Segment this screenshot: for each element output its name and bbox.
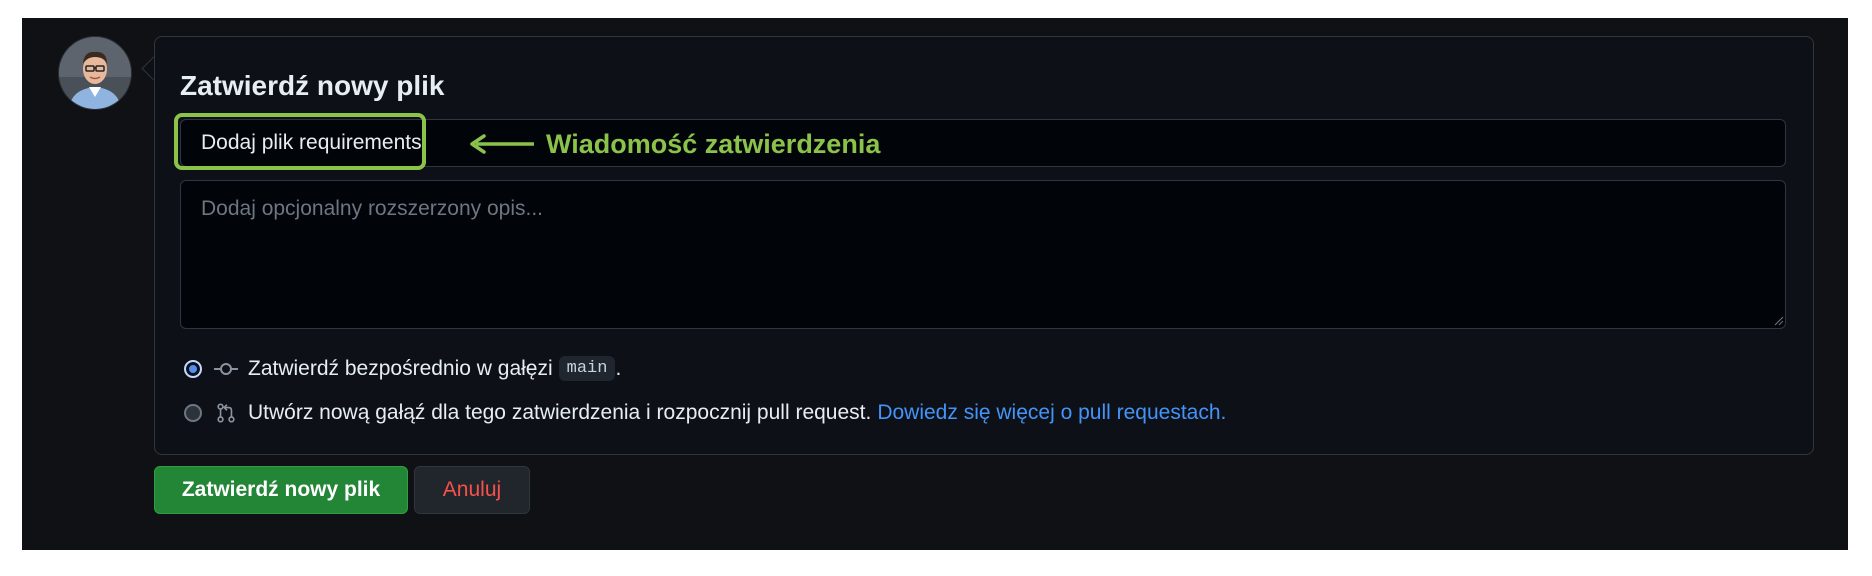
option-new-branch-label: Utwórz nową gałąź dla tego zatwierdzenia… bbox=[248, 401, 872, 424]
option-new-branch[interactable]: Utwórz nową gałąź dla tego zatwierdzenia… bbox=[184, 401, 1226, 425]
radio-new-branch[interactable] bbox=[184, 404, 202, 422]
commit-new-file-button[interactable]: Zatwierdź nowy plik bbox=[154, 466, 408, 514]
resize-grip-icon[interactable] bbox=[1774, 316, 1784, 326]
option-commit-direct-suffix: . bbox=[615, 356, 622, 380]
option-commit-direct-label: Zatwierdź bezpośrednio w gałęzi bbox=[248, 356, 553, 380]
git-commit-icon bbox=[214, 362, 238, 375]
avatar-portrait bbox=[59, 37, 131, 109]
learn-more-pull-requests-link[interactable]: Dowiedz się więcej o pull requestach bbox=[877, 401, 1220, 425]
git-pull-request-icon bbox=[217, 403, 235, 423]
cancel-button[interactable]: Anuluj bbox=[414, 466, 530, 514]
arrow-left-icon bbox=[470, 134, 534, 154]
option-commit-direct[interactable]: Zatwierdź bezpośrednio w gałęzi main . bbox=[184, 356, 621, 381]
commit-description-textarea[interactable] bbox=[180, 180, 1786, 329]
avatar[interactable] bbox=[58, 36, 132, 110]
annotation-label: Wiadomość zatwierdzenia bbox=[546, 129, 881, 159]
branch-name-badge: main bbox=[558, 356, 616, 381]
annotation-highlight-box bbox=[174, 113, 426, 170]
commit-title: Zatwierdź nowy plik bbox=[180, 70, 445, 101]
option-new-branch-suffix: . bbox=[1220, 401, 1227, 424]
radio-commit-direct[interactable] bbox=[184, 359, 202, 378]
